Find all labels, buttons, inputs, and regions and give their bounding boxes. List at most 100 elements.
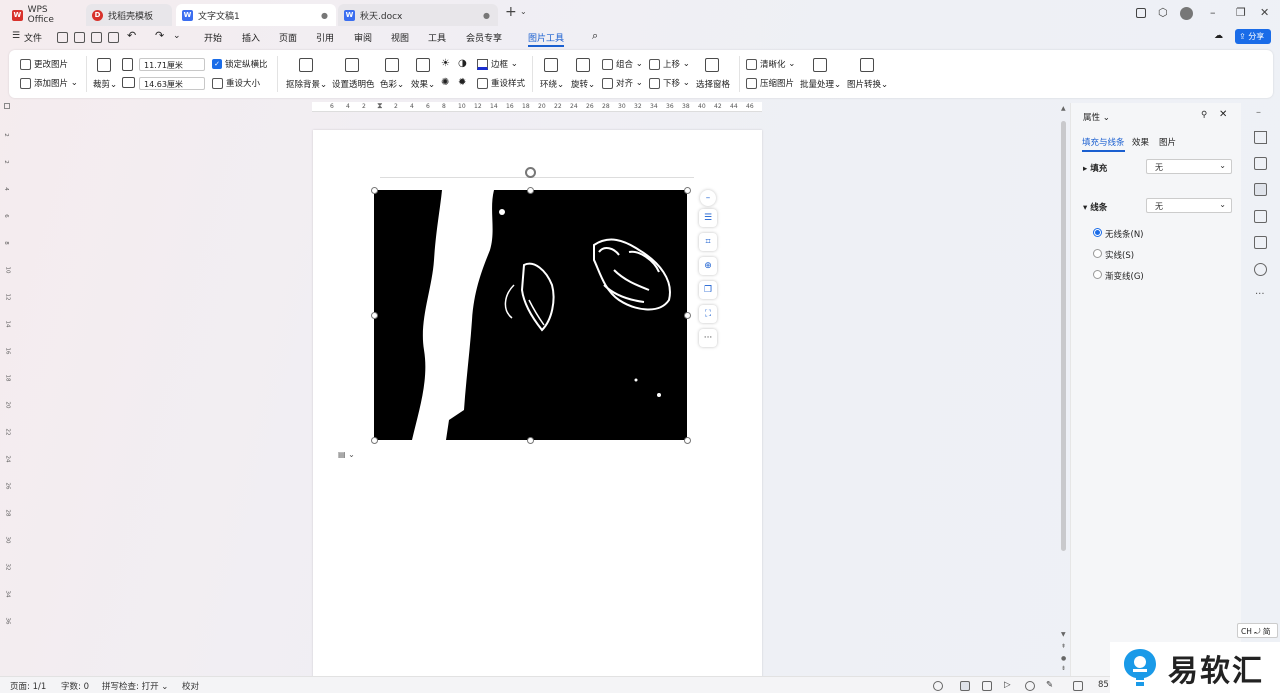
pin-icon[interactable]: ⚲ xyxy=(1201,110,1207,120)
line-section-toggle[interactable]: ▾ 线条 xyxy=(1083,201,1107,213)
pen-icon[interactable]: ✎ xyxy=(1046,680,1053,690)
remove-background-icon[interactable] xyxy=(299,58,313,72)
crop-icon[interactable] xyxy=(97,58,111,72)
contrast-up-icon[interactable]: ☀ xyxy=(441,58,450,69)
change-image-button[interactable]: 更改图片 xyxy=(20,58,68,70)
resize-handle-bottom-right[interactable] xyxy=(684,437,691,444)
tab-wps-office[interactable]: W WPS Office xyxy=(6,4,81,26)
print-icon[interactable] xyxy=(91,32,102,43)
set-transparent-button[interactable]: 设置透明色 xyxy=(332,78,375,90)
tools-icon[interactable] xyxy=(1254,236,1267,249)
eye-protection-icon[interactable] xyxy=(933,681,943,691)
menu-tools[interactable]: 工具 xyxy=(428,31,446,44)
group-button[interactable]: 组合 ⌄ xyxy=(602,58,643,70)
share-button[interactable]: ⇪ 分享 xyxy=(1235,29,1271,44)
line-select[interactable]: 无 ⌄ xyxy=(1146,198,1232,213)
vertical-scrollbar[interactable]: ▲ ▼ ⇞ ● ⇟ xyxy=(1060,103,1068,676)
prev-page-icon[interactable]: ⇞ xyxy=(1061,643,1066,650)
menu-file[interactable]: 文件 xyxy=(24,31,42,44)
layout-options-icon[interactable]: ☰ xyxy=(699,209,717,227)
close-panel-icon[interactable]: ✕ xyxy=(1219,109,1227,120)
menu-vip[interactable]: 会员专享 xyxy=(466,31,502,44)
close-window-icon[interactable]: ✕ xyxy=(1260,6,1269,19)
page-indicator[interactable]: 页面: 1/1 xyxy=(10,680,46,692)
tab-template[interactable]: D 找稻壳模板 xyxy=(86,4,172,26)
close-tab-icon[interactable]: ● xyxy=(321,11,328,20)
width-input[interactable]: 11.71厘米 xyxy=(139,58,205,71)
next-page-icon[interactable]: ⇟ xyxy=(1061,665,1066,672)
tab-fill-line[interactable]: 填充与线条 xyxy=(1082,136,1125,152)
print-preview-icon[interactable] xyxy=(108,32,119,43)
new-tab-icon[interactable]: + xyxy=(505,4,517,20)
zoom-in-icon[interactable]: ⊕ xyxy=(699,257,717,275)
radio-gradient-line-label[interactable]: 渐变线(G) xyxy=(1105,270,1144,282)
border-button[interactable]: 边框 ⌄ xyxy=(477,58,518,70)
selected-image[interactable] xyxy=(374,190,687,440)
quick-access-chevron-icon[interactable]: ⌄ xyxy=(173,31,181,41)
brightness-up-icon[interactable]: ✺ xyxy=(441,77,449,88)
rotate-icon[interactable] xyxy=(576,58,590,72)
paste-options-icon[interactable]: ▤ ⌄ xyxy=(338,450,360,462)
tab-document1[interactable]: W 文字文稿1 ● xyxy=(176,4,336,26)
collapse-sidebar-icon[interactable]: – xyxy=(1256,107,1261,118)
save-icon[interactable] xyxy=(57,32,68,43)
resize-handle-top-left[interactable] xyxy=(371,187,378,194)
rotate-button[interactable]: 旋转⌄ xyxy=(571,78,595,90)
brightness-down-icon[interactable]: ✹ xyxy=(458,77,466,88)
menu-picture-tools[interactable]: 图片工具 xyxy=(528,31,565,47)
radio-solid-line[interactable] xyxy=(1093,249,1102,258)
resize-handle-bottom[interactable] xyxy=(527,437,534,444)
batch-button[interactable]: 批量处理⌄ xyxy=(800,78,841,90)
resize-handle-left[interactable] xyxy=(371,312,378,319)
remove-background-button[interactable]: 抠除背景⌄ xyxy=(286,78,327,90)
properties-icon[interactable] xyxy=(1254,183,1267,196)
tab-autumn-docx[interactable]: W 秋天.docx ● xyxy=(338,4,498,26)
help-icon[interactable] xyxy=(1254,263,1267,276)
cube-icon[interactable]: ⬡ xyxy=(1158,6,1168,19)
maximize-icon[interactable]: ❐ xyxy=(1236,6,1246,19)
style-icon[interactable] xyxy=(1254,210,1267,223)
menu-home[interactable]: 开始 xyxy=(204,31,222,44)
rotate-handle-icon[interactable] xyxy=(525,167,536,178)
effects-button[interactable]: 效果⌄ xyxy=(411,78,435,90)
crop-quick-icon[interactable]: ⌗ xyxy=(699,233,717,251)
outline-view-icon[interactable] xyxy=(982,681,992,691)
ime-indicator[interactable]: CH ⤾ 简 xyxy=(1237,623,1278,638)
resize-handle-right[interactable] xyxy=(684,312,691,319)
convert-icon[interactable] xyxy=(860,58,874,72)
radio-no-line-label[interactable]: 无线条(N) xyxy=(1105,228,1144,240)
tab-effects[interactable]: 效果 xyxy=(1132,136,1149,148)
zoom-level[interactable]: 85 xyxy=(1098,680,1109,690)
select-browse-icon[interactable]: ● xyxy=(1061,655,1066,662)
more-icon[interactable]: ··· xyxy=(1255,289,1265,300)
panel-title[interactable]: 属性 ⌄ xyxy=(1083,111,1110,123)
height-input[interactable]: 14.63厘米 xyxy=(139,77,205,90)
menu-view[interactable]: 视图 xyxy=(391,31,409,44)
add-image-button[interactable]: 添加图片 ⌄ xyxy=(20,77,78,89)
color-icon[interactable] xyxy=(385,58,399,72)
tab-picture[interactable]: 图片 xyxy=(1159,136,1176,148)
proofread-button[interactable]: 校对 xyxy=(182,680,199,692)
fit-page-icon[interactable] xyxy=(1073,681,1083,691)
ruler-corner-icon[interactable] xyxy=(4,103,10,109)
compress-button[interactable]: 压缩图片 xyxy=(746,77,794,89)
selection-pane-icon[interactable] xyxy=(705,58,719,72)
minimize-icon[interactable]: – xyxy=(1210,6,1216,19)
copy-icon[interactable]: ❐ xyxy=(699,281,717,299)
convert-button[interactable]: 图片转换⌄ xyxy=(847,78,888,90)
crop-button[interactable]: 裁剪⌄ xyxy=(93,78,117,90)
color-button[interactable]: 色彩⌄ xyxy=(380,78,404,90)
window-layout-icon[interactable] xyxy=(1136,8,1146,18)
cloud-icon[interactable]: ☁ xyxy=(1214,31,1223,41)
menu-review[interactable]: 审阅 xyxy=(354,31,372,44)
lock-ratio-checkbox[interactable]: ✓ 锁定纵横比 xyxy=(212,58,268,70)
radio-solid-line-label[interactable]: 实线(S) xyxy=(1105,249,1134,261)
batch-icon[interactable] xyxy=(813,58,827,72)
spell-check-toggle[interactable]: 拼写检查: 打开 ⌄ xyxy=(102,680,168,692)
effects-icon[interactable] xyxy=(416,58,430,72)
menu-page[interactable]: 页面 xyxy=(279,31,297,44)
page-view-icon[interactable] xyxy=(960,681,970,691)
bring-forward-button[interactable]: 上移 ⌄ xyxy=(649,58,690,70)
undo-icon[interactable]: ↶ xyxy=(127,29,136,42)
scroll-down-icon[interactable]: ▼ xyxy=(1061,631,1066,638)
